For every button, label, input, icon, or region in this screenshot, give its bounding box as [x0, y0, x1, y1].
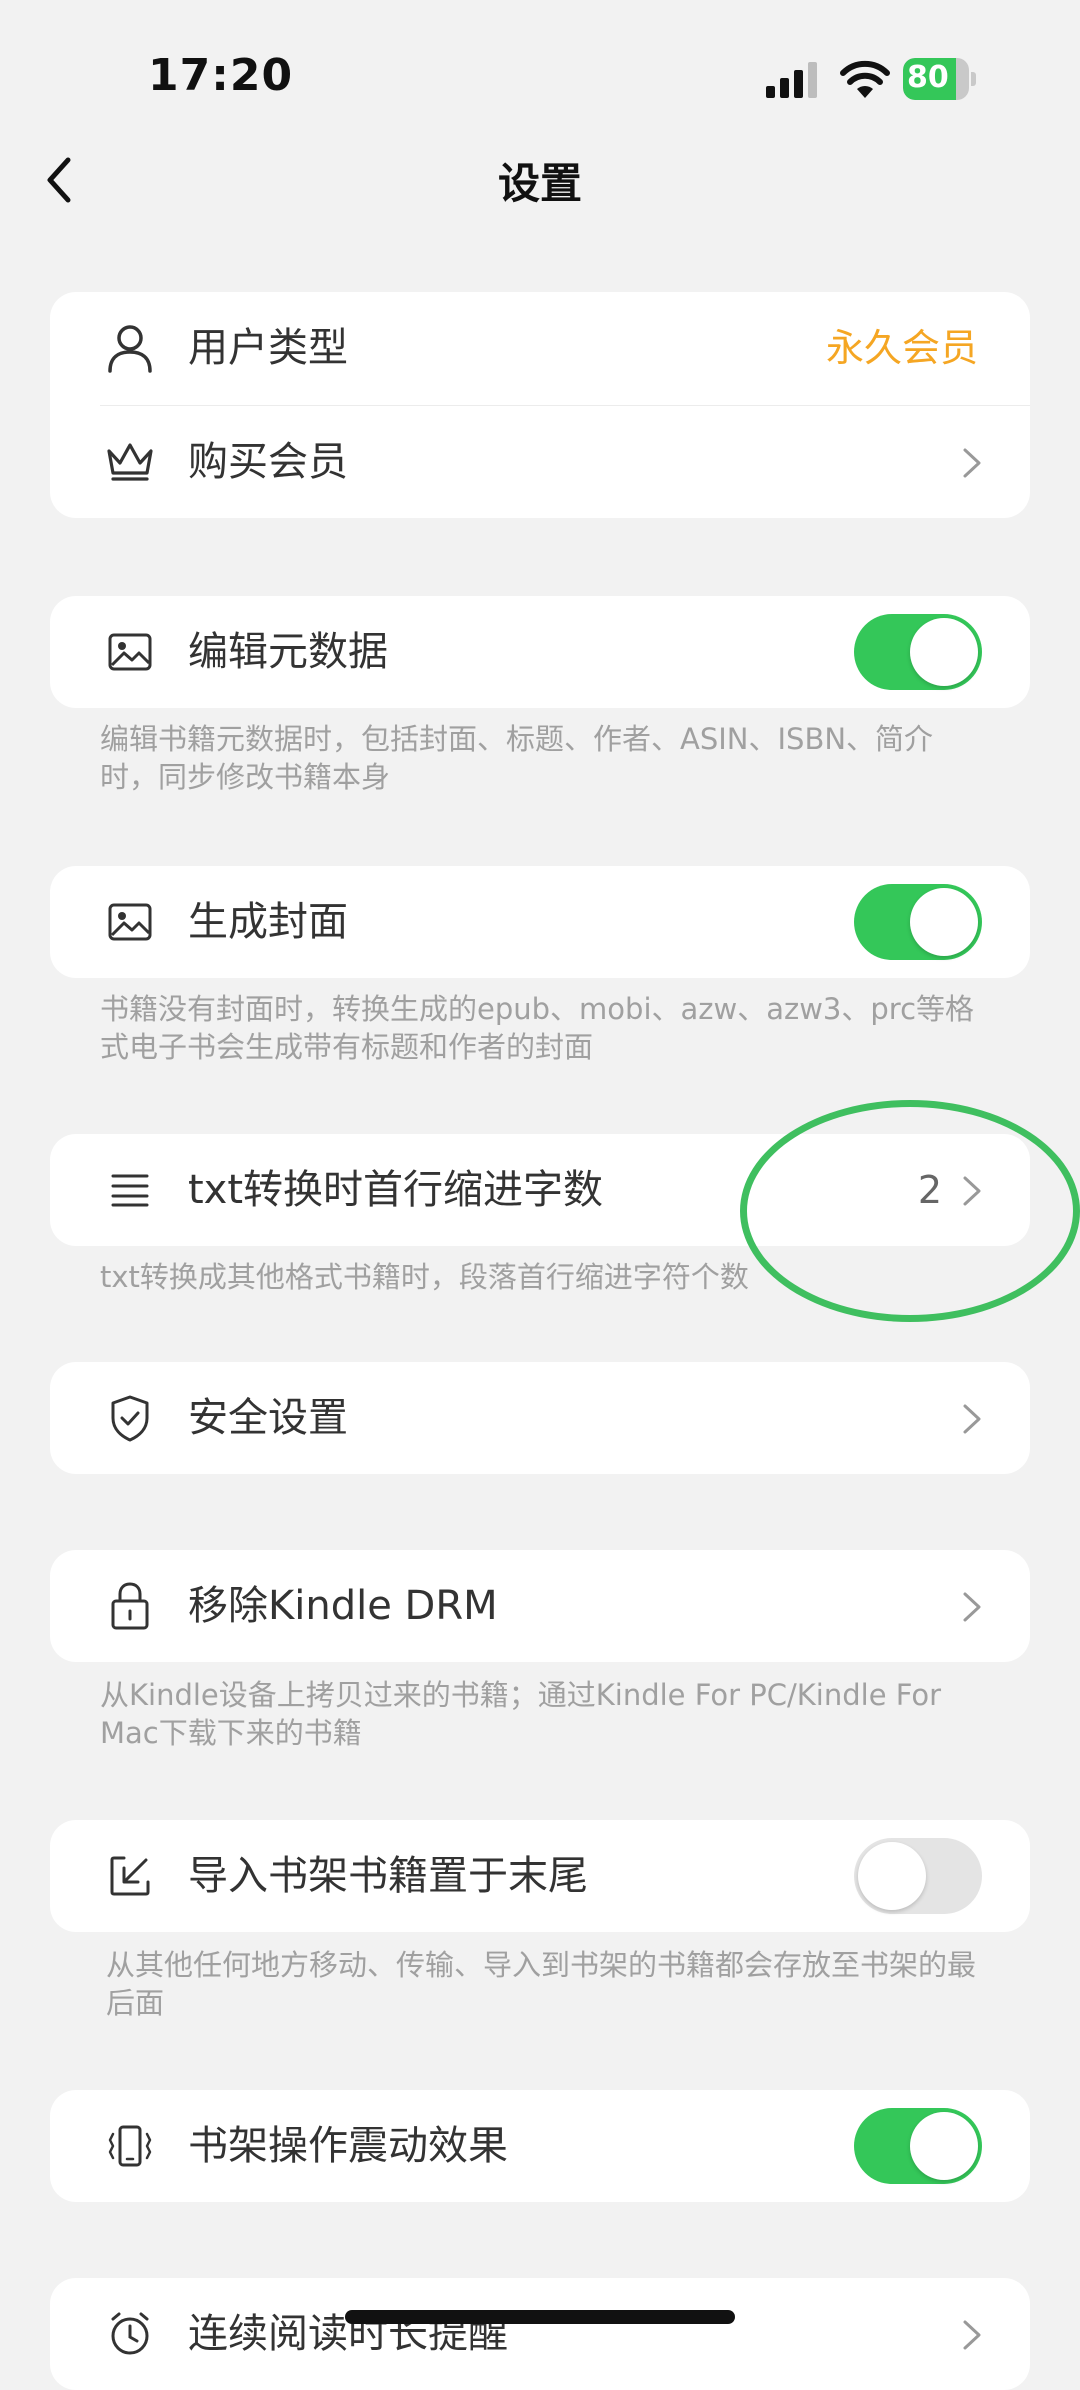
- crown-icon: [100, 432, 160, 492]
- edit-metadata-row: 编辑元数据: [50, 596, 1030, 708]
- gen-cover-card: 生成封面: [50, 866, 1030, 978]
- gen-cover-toggle[interactable]: [854, 884, 982, 960]
- cellular-signal-icon: [766, 62, 817, 98]
- lock-icon: [100, 1576, 160, 1636]
- security-row[interactable]: 安全设置: [50, 1362, 1030, 1474]
- reading-reminder-card: 连续阅读时长提醒: [50, 2278, 1030, 2390]
- import-end-row: 导入书架书籍置于末尾: [50, 1820, 1030, 1932]
- image-icon: [100, 622, 160, 682]
- wifi-icon: [840, 60, 890, 98]
- import-end-toggle[interactable]: [854, 1838, 982, 1914]
- gen-cover-label: 生成封面: [188, 899, 348, 945]
- buy-member-label: 购买会员: [188, 439, 348, 485]
- user-type-value: 永久会员: [825, 326, 978, 370]
- shield-icon: [100, 1388, 160, 1448]
- user-type-label: 用户类型: [188, 325, 348, 371]
- list-icon: [100, 1160, 160, 1220]
- gen-cover-row: 生成封面: [50, 866, 1030, 978]
- import-icon: [100, 1846, 160, 1906]
- annotation-circle: [740, 1100, 1080, 1322]
- reading-reminder-label: 连续阅读时长提醒: [188, 2311, 508, 2357]
- vibration-label: 书架操作震动效果: [188, 2123, 508, 2169]
- vibration-card: 书架操作震动效果: [50, 2090, 1030, 2202]
- txt-indent-label: txt转换时首行缩进字数: [188, 1167, 604, 1213]
- battery-percent: 80: [907, 60, 949, 95]
- remove-drm-row[interactable]: 移除Kindle DRM: [50, 1550, 1030, 1662]
- edit-metadata-card: 编辑元数据: [50, 596, 1030, 708]
- security-label: 安全设置: [188, 1395, 348, 1441]
- nav-bar: 设置: [0, 140, 1080, 220]
- security-card: 安全设置: [50, 1362, 1030, 1474]
- remove-drm-card: 移除Kindle DRM: [50, 1550, 1030, 1662]
- page-title: 设置: [497, 159, 582, 208]
- import-end-card: 导入书架书籍置于末尾: [50, 1820, 1030, 1932]
- chevron-right-icon: [963, 448, 981, 478]
- user-icon: [100, 318, 160, 378]
- toggle-knob: [858, 1842, 926, 1910]
- edit-metadata-desc: 编辑书籍元数据时，包括封面、标题、作者、ASIN、ISBN、简介时，同步修改书籍…: [100, 722, 934, 794]
- chevron-right-icon: [963, 1592, 981, 1622]
- membership-card: 用户类型 永久会员 购买会员: [50, 292, 1030, 518]
- image-icon: [100, 892, 160, 952]
- battery-icon: 80: [903, 58, 976, 100]
- toggle-knob: [910, 618, 978, 686]
- user-type-row[interactable]: 用户类型 永久会员: [50, 292, 1030, 404]
- remove-drm-desc: 从Kindle设备上拷贝过来的书籍；通过Kindle For PC/Kindle…: [100, 1678, 942, 1750]
- status-time: 17:20: [148, 50, 294, 101]
- edit-metadata-label: 编辑元数据: [188, 629, 388, 675]
- buy-member-row[interactable]: 购买会员: [50, 406, 1030, 518]
- status-bar: 17:20 80: [0, 0, 1080, 150]
- edit-metadata-toggle[interactable]: [854, 614, 982, 690]
- import-end-desc: 从其他任何地方移动、传输、导入到书架的书籍都会存放至书架的最后面: [106, 1948, 977, 2020]
- home-indicator[interactable]: [345, 2310, 735, 2324]
- alarm-icon: [100, 2304, 160, 2364]
- remove-drm-label: 移除Kindle DRM: [188, 1583, 498, 1629]
- import-end-label: 导入书架书籍置于末尾: [188, 1853, 588, 1899]
- toggle-knob: [910, 2112, 978, 2180]
- vibration-toggle[interactable]: [854, 2108, 982, 2184]
- gen-cover-desc: 书籍没有封面时，转换生成的epub、mobi、azw、azw3、prc等格式电子…: [100, 992, 975, 1064]
- toggle-knob: [910, 888, 978, 956]
- vibration-row: 书架操作震动效果: [50, 2090, 1030, 2202]
- chevron-right-icon: [963, 1404, 981, 1434]
- vibrate-icon: [100, 2116, 160, 2176]
- reading-reminder-row[interactable]: 连续阅读时长提醒: [50, 2278, 1030, 2390]
